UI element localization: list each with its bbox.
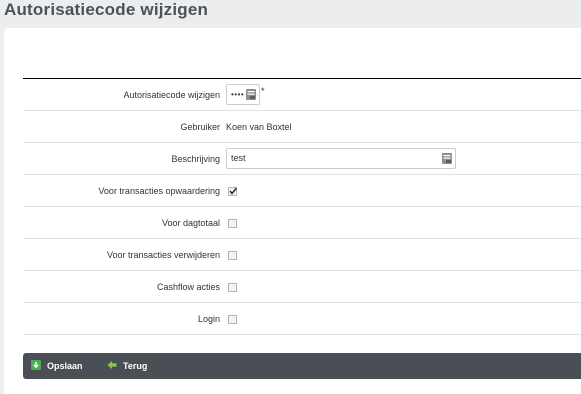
back-button[interactable]: Terug: [107, 353, 147, 379]
cashflow-acties-label: Cashflow acties: [156, 282, 220, 292]
arrow-left-icon: [107, 361, 117, 369]
transacties-verwijderen-checkbox[interactable]: [228, 251, 237, 260]
gebruiker-value: Koen van Boxtel: [226, 122, 292, 132]
beschrijving-input[interactable]: test: [226, 148, 456, 169]
autorisatiecode-value: ••••: [231, 90, 245, 99]
row-login: Login: [23, 303, 581, 335]
login-label: Login: [197, 314, 220, 324]
row-transacties-opwaardering: Voor transacties opwaardering: [23, 175, 581, 207]
keyboard-icon[interactable]: [442, 153, 452, 164]
row-cashflow-acties: Cashflow acties: [23, 271, 581, 303]
transacties-opwaardering-label: Voor transacties opwaardering: [98, 186, 220, 196]
row-dagtotaal: Voor dagtotaal: [23, 207, 581, 239]
required-marker: *: [261, 86, 265, 96]
row-gebruiker: Gebruiker Koen van Boxtel: [23, 111, 581, 143]
login-checkbox[interactable]: [228, 315, 237, 324]
page-title: Autorisatiecode wijzigen: [4, 0, 209, 19]
beschrijving-value: test: [231, 153, 246, 163]
dagtotaal-checkbox[interactable]: [228, 219, 237, 228]
autorisatiecode-label: Autorisatiecode wijzigen: [123, 90, 220, 100]
save-button[interactable]: Opslaan: [31, 353, 83, 379]
row-transacties-verwijderen: Voor transacties verwijderen: [23, 239, 581, 271]
transacties-opwaardering-checkbox[interactable]: [228, 187, 238, 196]
autorisatiecode-field[interactable]: ••••: [226, 84, 260, 105]
action-toolbar: Opslaan Terug: [23, 353, 581, 379]
row-beschrijving: Beschrijving test: [23, 143, 581, 175]
dagtotaal-label: Voor dagtotaal: [161, 218, 220, 228]
keyboard-icon[interactable]: [246, 89, 256, 100]
row-autorisatiecode: Autorisatiecode wijzigen •••• *: [23, 79, 581, 111]
save-icon: [31, 360, 41, 370]
cashflow-acties-checkbox[interactable]: [228, 283, 237, 292]
transacties-verwijderen-label: Voor transacties verwijderen: [106, 250, 220, 260]
gebruiker-label: Gebruiker: [180, 122, 220, 132]
checkmark-icon: [229, 187, 238, 195]
beschrijving-label: Beschrijving: [171, 154, 220, 164]
